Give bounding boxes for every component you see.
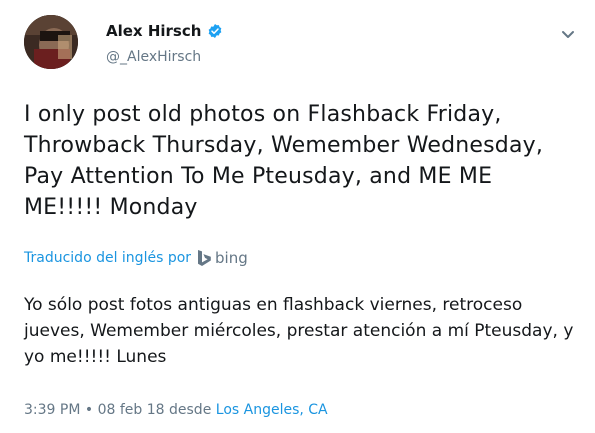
tweet-time[interactable]: 3:39 PM (24, 402, 80, 418)
from-label: desde (169, 402, 212, 418)
avatar[interactable] (24, 15, 78, 69)
tweet-date[interactable]: 08 feb 18 (98, 402, 165, 418)
bing-logo-icon (198, 250, 211, 266)
verified-badge-icon (209, 24, 222, 38)
tweet-card: Alex Hirsch @_AlexHirsch I only post old… (0, 0, 595, 433)
avatar-image (24, 15, 78, 69)
tweet-location[interactable]: Los Angeles, CA (216, 402, 328, 418)
author-block: Alex Hirsch @_AlexHirsch (106, 22, 223, 65)
translation-attribution: Traducido del inglés por bing (24, 249, 248, 267)
tweet-text: I only post old photos on Flashback Frid… (24, 102, 544, 220)
translator-logo[interactable]: bing (197, 249, 248, 267)
author-handle[interactable]: @_AlexHirsch (106, 49, 223, 65)
chevron-down-icon[interactable] (561, 30, 575, 40)
tweet-metadata: 3:39 PM • 08 feb 18 desde Los Angeles, C… (24, 402, 328, 418)
translator-name: bing (215, 249, 248, 267)
author-name[interactable]: Alex Hirsch (106, 22, 201, 40)
meta-separator: • (84, 402, 94, 418)
translated-tweet-text: Yo sólo post fotos antiguas en flashback… (24, 295, 574, 367)
translated-label[interactable]: Traducido del inglés por (24, 250, 191, 266)
